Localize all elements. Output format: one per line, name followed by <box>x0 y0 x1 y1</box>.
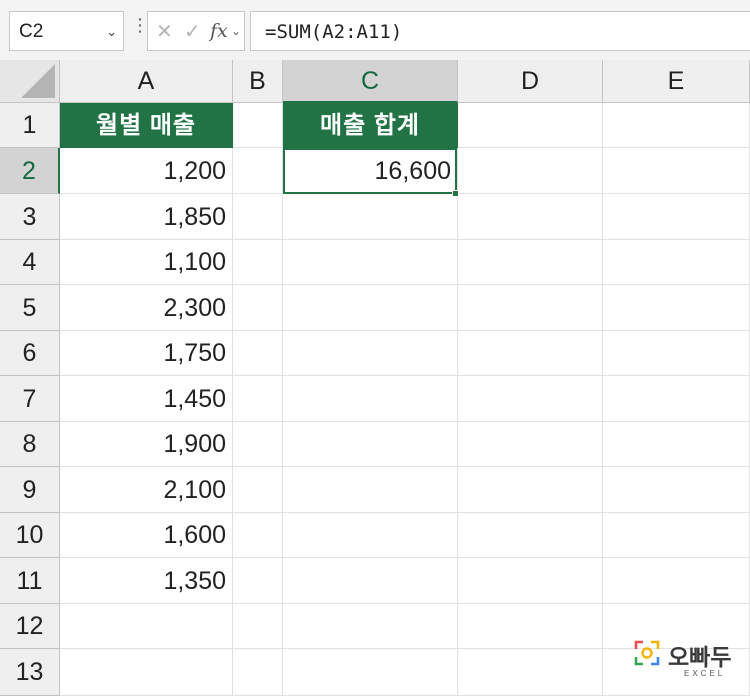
cell-d9[interactable] <box>458 467 603 513</box>
name-box[interactable]: C2 ⌄ <box>9 11 124 51</box>
cell-b10[interactable] <box>233 513 283 558</box>
cell-d2[interactable] <box>458 148 603 194</box>
cell-b12[interactable] <box>233 604 283 649</box>
cell-c2[interactable]: 16,600 <box>283 148 458 194</box>
fill-handle[interactable] <box>452 190 459 197</box>
select-all-button[interactable] <box>0 60 60 103</box>
logo-sub: EXCEL <box>684 669 726 678</box>
row-header-7[interactable]: 7 <box>0 376 60 422</box>
cell-c11[interactable] <box>283 558 458 604</box>
cell-d8[interactable] <box>458 422 603 467</box>
formula-text: =SUM(A2:A11) <box>265 21 403 43</box>
cell-b13[interactable] <box>233 649 283 696</box>
cell-b6[interactable] <box>233 331 283 376</box>
cell-a2[interactable]: 1,200 <box>60 148 233 194</box>
cell-c10[interactable] <box>283 513 458 558</box>
cell-c7[interactable] <box>283 376 458 422</box>
cell-c13[interactable] <box>283 649 458 696</box>
chevron-down-icon[interactable]: ⌄ <box>106 24 117 40</box>
cell-d12[interactable] <box>458 604 603 649</box>
oppadu-logo: 오빠두 EXCEL <box>632 638 744 690</box>
cell-a10[interactable]: 1,600 <box>60 513 233 558</box>
cell-b4[interactable] <box>233 240 283 285</box>
row-header-2[interactable]: 2 <box>0 148 60 194</box>
column-header-a[interactable]: A <box>60 60 233 103</box>
cell-b7[interactable] <box>233 376 283 422</box>
cell-e5[interactable] <box>603 285 750 331</box>
cell-a7[interactable]: 1,450 <box>60 376 233 422</box>
cell-e9[interactable] <box>603 467 750 513</box>
cell-a1[interactable]: 월별 매출 <box>60 103 233 148</box>
cell-a8[interactable]: 1,900 <box>60 422 233 467</box>
cell-b5[interactable] <box>233 285 283 331</box>
cell-c6[interactable] <box>283 331 458 376</box>
row-header-9[interactable]: 9 <box>0 467 60 513</box>
cell-c9[interactable] <box>283 467 458 513</box>
cell-a3[interactable]: 1,850 <box>60 194 233 240</box>
cell-b11[interactable] <box>233 558 283 604</box>
cell-d4[interactable] <box>458 240 603 285</box>
cell-c8[interactable] <box>283 422 458 467</box>
cell-e2[interactable] <box>603 148 750 194</box>
chevron-down-icon[interactable]: ⌄ <box>231 24 241 38</box>
cell-e4[interactable] <box>603 240 750 285</box>
cell-c3[interactable] <box>283 194 458 240</box>
cell-e11[interactable] <box>603 558 750 604</box>
row-header-6[interactable]: 6 <box>0 331 60 376</box>
cell-d7[interactable] <box>458 376 603 422</box>
column-header-d[interactable]: D <box>458 60 603 103</box>
select-all-triangle-icon <box>21 64 55 98</box>
cell-a11[interactable]: 1,350 <box>60 558 233 604</box>
cell-d13[interactable] <box>458 649 603 696</box>
cell-d6[interactable] <box>458 331 603 376</box>
name-box-value: C2 <box>19 21 44 42</box>
check-icon[interactable]: ✓ <box>184 19 201 44</box>
cell-e3[interactable] <box>603 194 750 240</box>
row-header-13[interactable]: 13 <box>0 649 60 696</box>
cell-a5[interactable]: 2,300 <box>60 285 233 331</box>
column-header-e[interactable]: E <box>603 60 750 103</box>
logo-icon <box>634 640 660 666</box>
formula-bar: C2 ⌄ ⋮ ✕ ✓ fx ⌄ =SUM(A2:A11) <box>0 0 750 60</box>
cell-c1[interactable]: 매출 합계 <box>283 103 458 148</box>
column-header-b[interactable]: B <box>233 60 283 103</box>
row-header-1[interactable]: 1 <box>0 103 60 148</box>
cell-b2[interactable] <box>233 148 283 194</box>
row-header-3[interactable]: 3 <box>0 194 60 240</box>
column-header-c[interactable]: C <box>283 60 458 103</box>
cell-c4[interactable] <box>283 240 458 285</box>
cell-b8[interactable] <box>233 422 283 467</box>
row-header-5[interactable]: 5 <box>0 285 60 331</box>
row-header-12[interactable]: 12 <box>0 604 60 649</box>
cell-a6[interactable]: 1,750 <box>60 331 233 376</box>
cell-e7[interactable] <box>603 376 750 422</box>
row-header-11[interactable]: 11 <box>0 558 60 604</box>
formula-controls: ✕ ✓ fx ⌄ <box>147 11 245 51</box>
cell-e6[interactable] <box>603 331 750 376</box>
cell-a9[interactable]: 2,100 <box>60 467 233 513</box>
cell-d1[interactable] <box>458 103 603 148</box>
row-header-10[interactable]: 10 <box>0 513 60 558</box>
cell-e8[interactable] <box>603 422 750 467</box>
cell-b9[interactable] <box>233 467 283 513</box>
cell-c5[interactable] <box>283 285 458 331</box>
cell-b1[interactable] <box>233 103 283 148</box>
cancel-icon[interactable]: ✕ <box>156 19 173 44</box>
cell-a4[interactable]: 1,100 <box>60 240 233 285</box>
cell-e1[interactable] <box>603 103 750 148</box>
cell-d10[interactable] <box>458 513 603 558</box>
logo-name: 오빠두 <box>668 644 732 670</box>
cell-b3[interactable] <box>233 194 283 240</box>
cell-c12[interactable] <box>283 604 458 649</box>
formula-input[interactable]: =SUM(A2:A11) <box>250 11 750 51</box>
cell-a13[interactable] <box>60 649 233 696</box>
row-header-8[interactable]: 8 <box>0 422 60 467</box>
cell-a12[interactable] <box>60 604 233 649</box>
cell-e10[interactable] <box>603 513 750 558</box>
row-header-4[interactable]: 4 <box>0 240 60 285</box>
insert-function-icon[interactable]: fx <box>210 20 228 42</box>
cell-d5[interactable] <box>458 285 603 331</box>
cell-d3[interactable] <box>458 194 603 240</box>
cell-d11[interactable] <box>458 558 603 604</box>
